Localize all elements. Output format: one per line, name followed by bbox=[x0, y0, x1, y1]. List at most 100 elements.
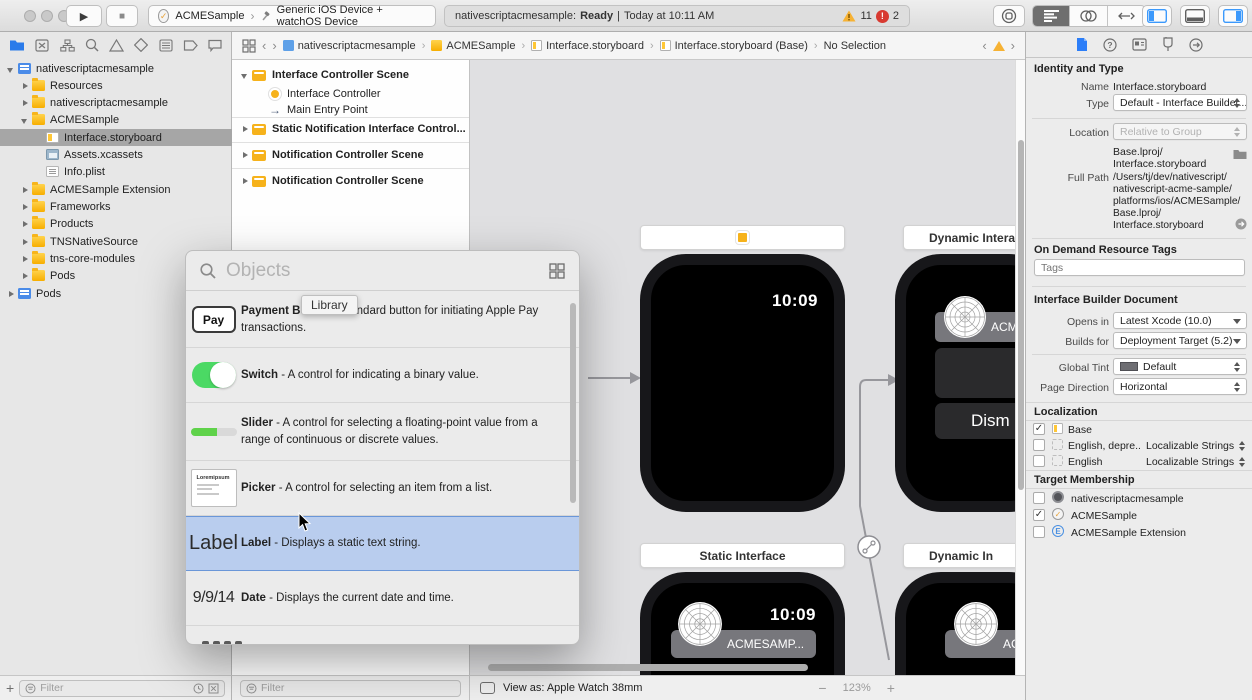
window-minimize-button[interactable] bbox=[41, 10, 53, 22]
library-item-label[interactable]: Label Label - Displays a static text str… bbox=[186, 516, 579, 571]
outline-interface-controller[interactable]: Interface Controller bbox=[232, 86, 469, 102]
toggle-navigator-panel-button[interactable] bbox=[1142, 5, 1172, 27]
filter-input[interactable] bbox=[40, 682, 189, 694]
target-watch-app[interactable]: ACMESample bbox=[1071, 510, 1137, 522]
issue-warning-icon[interactable] bbox=[993, 41, 1005, 51]
zoom-in-button[interactable]: + bbox=[887, 680, 895, 696]
localization-base[interactable]: Base bbox=[1068, 424, 1092, 436]
add-button[interactable]: + bbox=[6, 680, 14, 696]
tree-item-storyboard-selected[interactable]: Interface.storyboard bbox=[0, 129, 232, 146]
error-icon[interactable]: ! bbox=[876, 10, 889, 23]
library-item-date[interactable]: 9/9/14 Date - Displays the current date … bbox=[186, 571, 579, 626]
disclosure-triangle[interactable] bbox=[20, 271, 30, 281]
type-dropdown[interactable]: Default - Interface Builder... bbox=[1113, 94, 1247, 111]
zoom-level[interactable]: 123% bbox=[843, 682, 871, 694]
standard-editor-button[interactable] bbox=[1033, 6, 1070, 26]
library-item-switch[interactable]: Switch - A control for indicating a bina… bbox=[186, 348, 579, 403]
file-inspector-tab-icon[interactable] bbox=[1076, 37, 1088, 52]
disclosure-triangle[interactable] bbox=[20, 202, 30, 212]
library-item-partial[interactable] bbox=[186, 626, 579, 645]
stepper-icon[interactable] bbox=[1239, 457, 1247, 467]
location-dropdown[interactable]: Relative to Group bbox=[1113, 123, 1247, 140]
report-navigator-icon[interactable] bbox=[208, 39, 222, 52]
library-scrollbar[interactable] bbox=[570, 303, 576, 503]
breadcrumb-project[interactable]: nativescriptacmesample bbox=[283, 40, 416, 52]
notification-body[interactable] bbox=[935, 348, 1015, 398]
stop-button[interactable]: ■ bbox=[106, 5, 138, 27]
outline-scene-notification-2[interactable]: Notification Controller Scene bbox=[232, 173, 469, 189]
target-extension[interactable]: ACMESample Extension bbox=[1071, 527, 1186, 539]
view-as-label[interactable]: View as: Apple Watch 38mm bbox=[503, 682, 642, 694]
localization-type[interactable]: Localizable Strings bbox=[1146, 456, 1234, 468]
checkbox-target-watchapp[interactable]: ✓ bbox=[1033, 509, 1045, 521]
breakpoint-navigator-icon[interactable] bbox=[183, 40, 198, 51]
source-control-icon[interactable] bbox=[35, 39, 49, 52]
reveal-folder-icon[interactable] bbox=[1233, 149, 1247, 160]
source-control-status-icon[interactable] bbox=[208, 683, 219, 694]
tree-item-folder[interactable]: Frameworks bbox=[0, 198, 232, 215]
breadcrumb-group[interactable]: ACMESample bbox=[431, 40, 515, 52]
library-item-picker[interactable]: Loremipsum Picker - A control for select… bbox=[186, 461, 579, 516]
disclosure-triangle[interactable] bbox=[20, 254, 30, 264]
connections-inspector-tab-icon[interactable] bbox=[1189, 38, 1203, 52]
tree-item-plist[interactable]: Info.plist bbox=[0, 163, 232, 180]
issue-navigator-icon[interactable] bbox=[109, 39, 124, 52]
breadcrumb-file[interactable]: Interface.storyboard bbox=[531, 40, 644, 52]
forward-button[interactable]: › bbox=[272, 38, 276, 53]
outline-scene-interface-controller[interactable]: Interface Controller Scene bbox=[232, 67, 469, 83]
scene4-titlebar[interactable]: Dynamic In bbox=[903, 543, 1015, 568]
dismiss-button[interactable]: Dism bbox=[935, 403, 1015, 439]
library-search-input[interactable] bbox=[226, 260, 539, 282]
recent-files-clock-icon[interactable] bbox=[193, 683, 204, 694]
tree-item-folder[interactable]: nativescriptacmesample bbox=[0, 94, 232, 111]
checkbox-english[interactable] bbox=[1033, 455, 1045, 467]
checkbox-target-extension[interactable] bbox=[1033, 526, 1045, 538]
scene1-watch-screen[interactable]: 10:09 bbox=[640, 254, 845, 512]
tree-item-folder[interactable]: Resources bbox=[0, 77, 232, 94]
global-tint-dropdown[interactable]: Default bbox=[1113, 358, 1247, 375]
disclosure-triangle[interactable] bbox=[240, 176, 250, 186]
builds-for-dropdown[interactable]: Deployment Target (5.2) bbox=[1113, 332, 1247, 349]
vertical-scrollbar[interactable] bbox=[1018, 140, 1024, 490]
scheme-target[interactable]: ACMESample bbox=[175, 10, 244, 22]
disclosure-triangle[interactable] bbox=[20, 219, 30, 229]
back-button[interactable]: ‹ bbox=[262, 38, 266, 53]
filter-input[interactable] bbox=[261, 682, 455, 694]
library-item-payment-button[interactable]: Pay Payment Button - Standard button for… bbox=[186, 292, 579, 348]
scene2-watch-screen[interactable]: ACM Dism bbox=[895, 254, 1015, 512]
scene2-titlebar[interactable]: Dynamic Interac bbox=[903, 225, 1015, 250]
related-items-icon[interactable] bbox=[242, 39, 256, 53]
toggle-debug-area-button[interactable] bbox=[1180, 5, 1210, 27]
project-navigator-icon[interactable] bbox=[9, 39, 25, 52]
tree-item-assets[interactable]: Assets.xcassets bbox=[0, 146, 232, 163]
outline-scene-notification-1[interactable]: Notification Controller Scene bbox=[232, 147, 469, 163]
disclosure-triangle[interactable] bbox=[20, 115, 30, 125]
breadcrumb-base[interactable]: Interface.storyboard (Base) bbox=[660, 40, 808, 52]
breadcrumb-selection[interactable]: No Selection bbox=[824, 40, 886, 52]
checkbox-target-app[interactable] bbox=[1033, 492, 1045, 504]
zoom-out-button[interactable]: − bbox=[818, 680, 826, 696]
disclosure-triangle[interactable] bbox=[20, 98, 30, 108]
disclosure-triangle[interactable] bbox=[20, 237, 30, 247]
tags-field[interactable] bbox=[1034, 259, 1245, 276]
grid-view-icon[interactable] bbox=[549, 263, 565, 279]
disclosure-triangle[interactable] bbox=[6, 289, 16, 299]
tree-item-folder[interactable]: TNSNativeSource bbox=[0, 233, 232, 250]
warning-icon[interactable] bbox=[842, 10, 856, 22]
disclosure-triangle[interactable] bbox=[240, 124, 250, 134]
outline-main-entry-point[interactable]: →Main Entry Point bbox=[232, 102, 469, 118]
library-item-slider[interactable]: Slider - A control for selecting a float… bbox=[186, 403, 579, 461]
quick-help-tab-icon[interactable]: ? bbox=[1103, 38, 1117, 52]
disclosure-triangle[interactable] bbox=[20, 81, 30, 91]
opens-in-dropdown[interactable]: Latest Xcode (10.0) bbox=[1113, 312, 1247, 329]
scheme-selector[interactable]: ✓ ACMESample › Generic iOS Device + watc… bbox=[148, 5, 436, 27]
localization-english[interactable]: English bbox=[1068, 456, 1102, 468]
version-editor-button[interactable] bbox=[1108, 6, 1145, 26]
checkbox-base[interactable]: ✓ bbox=[1033, 423, 1045, 435]
toggle-inspector-panel-button[interactable] bbox=[1218, 5, 1248, 27]
tree-item-folder[interactable]: ACMESample Extension bbox=[0, 181, 232, 198]
horizontal-scrollbar[interactable] bbox=[488, 664, 808, 671]
scene3-watch-screen[interactable]: 10:09 ACMESAMP... bbox=[640, 572, 845, 675]
open-path-arrow-icon[interactable] bbox=[1235, 218, 1247, 230]
page-direction-dropdown[interactable]: Horizontal bbox=[1113, 378, 1247, 395]
